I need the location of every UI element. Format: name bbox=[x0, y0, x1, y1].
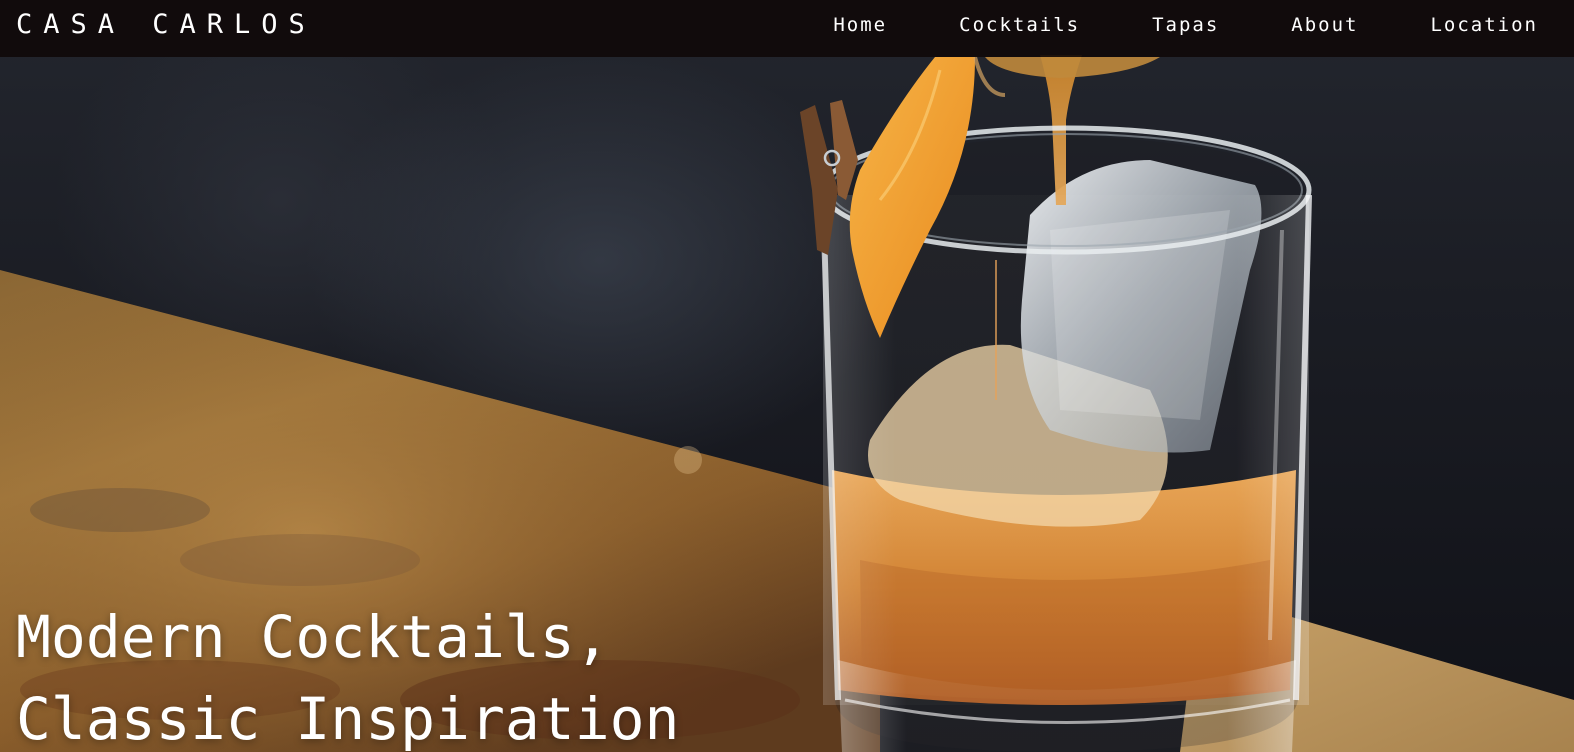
nav-item-tapas[interactable]: Tapas bbox=[1152, 12, 1219, 38]
nav-item-about[interactable]: About bbox=[1291, 12, 1358, 38]
hero-headline: Modern Cocktails, Classic Inspiration bbox=[16, 596, 679, 752]
hero-headline-line-1: Modern Cocktails, bbox=[16, 603, 610, 671]
nav-links: Home Cocktails Tapas About Location bbox=[833, 12, 1538, 38]
hero-headline-line-2: Classic Inspiration bbox=[16, 685, 680, 752]
page: CASA CARLOS Home Cocktails Tapas About L… bbox=[0, 0, 1574, 752]
nav-item-cocktails[interactable]: Cocktails bbox=[959, 12, 1080, 38]
nav-item-location[interactable]: Location bbox=[1430, 12, 1538, 38]
nav-item-home[interactable]: Home bbox=[833, 12, 887, 38]
top-navbar: CASA CARLOS Home Cocktails Tapas About L… bbox=[0, 0, 1574, 57]
brand-logo[interactable]: CASA CARLOS bbox=[16, 9, 316, 41]
